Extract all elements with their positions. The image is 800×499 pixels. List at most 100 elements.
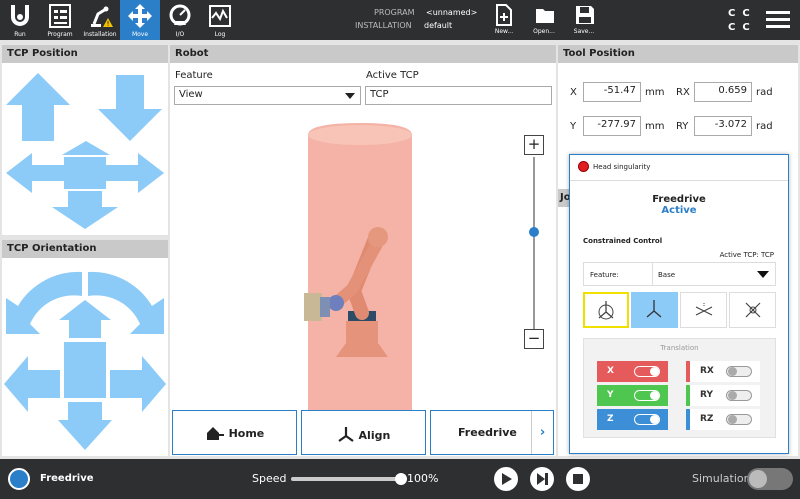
simulation-toggle-knob bbox=[749, 470, 767, 488]
axis-switch[interactable] bbox=[634, 390, 660, 401]
popup-active-tcp: Active TCP: TCP bbox=[719, 251, 774, 259]
stop-button[interactable] bbox=[566, 467, 590, 491]
axis-switch[interactable] bbox=[726, 366, 752, 377]
step-forward-icon bbox=[537, 473, 548, 485]
axis-switch[interactable] bbox=[634, 414, 660, 425]
axis-label: Y bbox=[607, 390, 614, 400]
io-gauge-icon bbox=[169, 4, 191, 26]
axis-label: X bbox=[607, 366, 614, 376]
freedrive-state: Active bbox=[661, 205, 697, 216]
constraint-mode-axes[interactable] bbox=[631, 292, 678, 328]
constraint-mode-free[interactable] bbox=[583, 292, 629, 328]
svg-text:!: ! bbox=[107, 20, 110, 28]
feature-select[interactable]: View bbox=[174, 86, 361, 105]
zoom-out-button[interactable]: − bbox=[524, 329, 544, 349]
axis-switch-knob bbox=[650, 415, 659, 424]
stop-icon bbox=[573, 474, 583, 484]
axes-icon bbox=[646, 300, 662, 318]
constraint-mode-plane[interactable] bbox=[680, 292, 727, 328]
open-file-button[interactable]: Open... bbox=[524, 0, 564, 40]
simulation-toggle[interactable] bbox=[747, 468, 793, 490]
free-rotation-axes-icon bbox=[598, 301, 614, 320]
zoom-slider-handle[interactable] bbox=[529, 227, 539, 237]
axis-label: RX bbox=[700, 366, 714, 376]
nav-log[interactable]: Log bbox=[200, 0, 240, 40]
nav-io[interactable]: I/O bbox=[160, 0, 200, 40]
move-center-pad bbox=[64, 157, 106, 189]
home-button[interactable]: Home bbox=[172, 410, 297, 455]
freedrive-indicator-icon[interactable] bbox=[8, 468, 30, 490]
nav-run[interactable]: Run bbox=[0, 0, 40, 40]
align-button[interactable]: Align bbox=[301, 410, 426, 455]
axis-toggle-y[interactable]: Y bbox=[597, 385, 668, 406]
rx-field[interactable]: 0.659 bbox=[694, 82, 752, 102]
axis-switch[interactable] bbox=[634, 366, 660, 377]
robot-title: Robot bbox=[170, 45, 556, 63]
axis-switch-knob bbox=[728, 391, 737, 400]
new-file-button[interactable]: New... bbox=[484, 0, 524, 40]
y-label: Y bbox=[570, 121, 577, 132]
installation-name: default bbox=[424, 21, 453, 30]
save-file-button[interactable]: Save... bbox=[564, 0, 604, 40]
axis-toggle-x[interactable]: X bbox=[597, 361, 668, 382]
rotate-center-pad bbox=[64, 342, 106, 398]
step-button[interactable] bbox=[530, 467, 554, 491]
hamburger-menu-icon[interactable] bbox=[766, 9, 790, 35]
zoom-in-button[interactable]: + bbox=[524, 135, 544, 155]
translation-label: Translation bbox=[660, 344, 699, 352]
ur-logo-icon bbox=[11, 5, 29, 26]
rotate-down-arrow-icon[interactable] bbox=[58, 402, 112, 450]
nav-program[interactable]: Program bbox=[40, 0, 80, 40]
tool-position-title: Tool Position bbox=[558, 45, 798, 63]
axis-switch[interactable] bbox=[726, 414, 752, 425]
x-label: X bbox=[570, 87, 577, 98]
constraint-mode-tool[interactable] bbox=[729, 292, 776, 328]
singularity-warning: Head singularity bbox=[570, 155, 788, 181]
axis-switch[interactable] bbox=[726, 390, 752, 401]
x-field[interactable]: -51.47 bbox=[583, 82, 641, 102]
nav-move[interactable]: Move bbox=[120, 0, 160, 40]
dropdown-arrow-icon bbox=[757, 271, 769, 278]
chevron-right-icon: › bbox=[531, 411, 553, 454]
freedrive-popup: Head singularity Freedrive Active Constr… bbox=[569, 154, 789, 454]
tcp-orientation-panel: TCP Orientation bbox=[2, 240, 168, 456]
speed-slider-handle[interactable] bbox=[395, 473, 407, 485]
axis-switch-knob bbox=[728, 367, 737, 376]
axis-switch-knob bbox=[650, 367, 659, 376]
nav-installation[interactable]: ! Installation bbox=[80, 0, 120, 40]
translation-group: Translation X Y Z RX RY RZ bbox=[583, 338, 776, 438]
axis-toggle-ry[interactable]: RY bbox=[686, 385, 760, 406]
ry-unit: rad bbox=[756, 121, 773, 132]
rotate-up-arrow-icon[interactable] bbox=[59, 300, 111, 338]
axis-label: RZ bbox=[700, 414, 714, 424]
axis-toggle-rx[interactable]: RX bbox=[686, 361, 760, 382]
move-backward-arrow-icon[interactable] bbox=[52, 191, 118, 229]
axis-toggle-rz[interactable]: RZ bbox=[686, 409, 760, 430]
axis-label: Z bbox=[607, 414, 614, 424]
robot-3d-view[interactable] bbox=[290, 121, 420, 411]
speed-slider[interactable] bbox=[291, 473, 407, 485]
speed-value: 100% bbox=[407, 472, 439, 485]
popup-feature-select[interactable]: Feature: Base bbox=[583, 262, 776, 286]
rotate-right-arrow-icon[interactable] bbox=[110, 356, 166, 412]
speed-label: Speed bbox=[252, 472, 287, 485]
home-icon bbox=[206, 427, 224, 440]
axis-toggle-z[interactable]: Z bbox=[597, 409, 668, 430]
constrained-control-label: Constrained Control bbox=[583, 237, 663, 245]
bottom-bar: Freedrive Speed 100% Simulation bbox=[0, 459, 800, 499]
move-right-arrow-icon[interactable] bbox=[106, 153, 164, 193]
freedrive-status-label: Freedrive bbox=[40, 473, 94, 484]
play-button[interactable] bbox=[494, 467, 518, 491]
move-up-arrow-icon[interactable] bbox=[6, 73, 70, 141]
program-icon bbox=[49, 4, 71, 28]
ry-field[interactable]: -3.072 bbox=[694, 116, 752, 136]
active-tcp-field[interactable]: TCP bbox=[365, 86, 552, 105]
move-forward-arrow-icon[interactable] bbox=[62, 141, 110, 155]
move-down-arrow-icon[interactable] bbox=[98, 75, 162, 141]
y-field[interactable]: -277.97 bbox=[583, 116, 641, 136]
rotate-left-arrow-icon[interactable] bbox=[4, 356, 60, 412]
control-status-icon[interactable]: C C C C bbox=[728, 7, 750, 35]
freedrive-button[interactable]: Freedrive › bbox=[430, 410, 554, 455]
move-left-arrow-icon[interactable] bbox=[6, 153, 64, 193]
zoom-slider-track[interactable] bbox=[533, 157, 535, 329]
